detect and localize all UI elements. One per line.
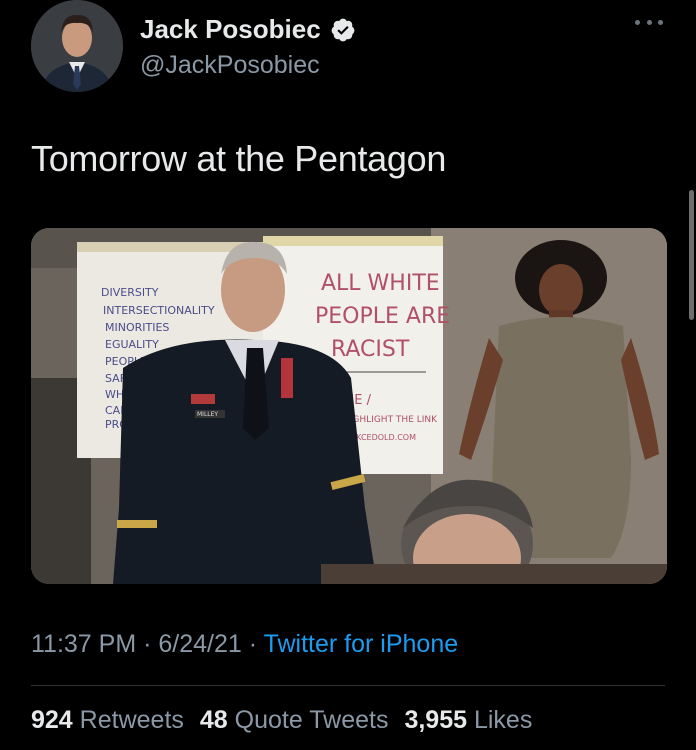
board-bottom-line: HIGHLIGHT THE LINK <box>343 415 438 425</box>
board-left-line: MINORITIES <box>105 321 169 334</box>
author-name-row[interactable]: Jack Posobiec <box>140 14 356 45</box>
likes-stat[interactable]: 3,955 Likes <box>404 706 532 735</box>
avatar-image <box>31 0 123 92</box>
board-right-line: RACIST <box>331 337 410 362</box>
tweet-photo[interactable]: DIVERSITY INTERSECTIONALITY MINORITIES E… <box>31 228 667 584</box>
tweet-source-link[interactable]: Twitter for iPhone <box>264 630 459 658</box>
more-options-icon[interactable] <box>635 15 663 29</box>
tweet-date: 6/24/21 <box>158 630 242 658</box>
board-left-line: DIVERSITY <box>101 286 159 299</box>
retweets-stat[interactable]: 924 Retweets <box>31 706 184 735</box>
avatar[interactable] <box>31 0 123 92</box>
board-right-line: PEOPLE ARE <box>315 304 450 329</box>
tweet-meta: 11:37 PM · 6/24/21 · Twitter for iPhone <box>31 630 459 658</box>
engagement-stats: 924 Retweets 48 Quote Tweets 3,955 Likes <box>31 706 532 735</box>
board-left-line: EGUALITY <box>105 338 159 351</box>
tweet-text: Tomorrow at the Pentagon <box>31 138 447 179</box>
quotes-label: Quote Tweets <box>234 706 389 734</box>
board-left-line: INTERSECTIONALITY <box>103 304 215 317</box>
retweets-label: Retweets <box>79 706 184 734</box>
divider <box>31 685 665 686</box>
quotes-count: 48 <box>199 706 228 734</box>
likes-count: 3,955 <box>404 706 468 734</box>
verified-badge-icon <box>331 18 355 41</box>
author-handle[interactable]: @JackPosobiec <box>140 51 320 80</box>
display-name[interactable]: Jack Posobiec <box>140 14 321 45</box>
likes-label: Likes <box>473 706 533 734</box>
board-right-line: ALL WHITE <box>321 271 440 296</box>
retweets-count: 924 <box>31 706 73 734</box>
quote-tweets-stat[interactable]: 48 Quote Tweets <box>200 706 389 735</box>
name-tape: MILLEY <box>197 411 218 418</box>
photo-scene: DIVERSITY INTERSECTIONALITY MINORITIES E… <box>31 228 667 584</box>
tweet-time: 11:37 PM <box>31 630 137 658</box>
scrollbar[interactable] <box>689 190 694 320</box>
